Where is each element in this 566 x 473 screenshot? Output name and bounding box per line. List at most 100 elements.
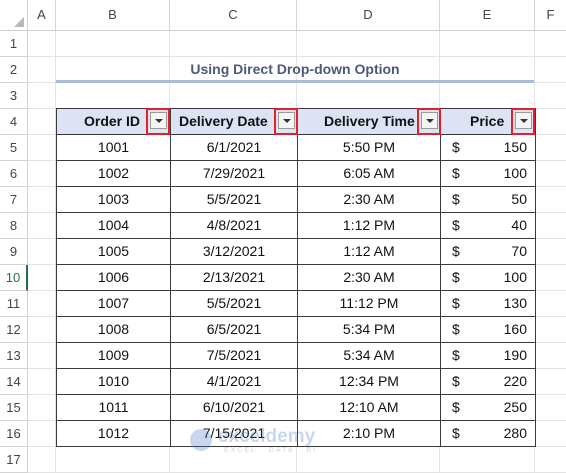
price-amount: 100	[503, 165, 527, 181]
order-id-cell[interactable]: 1010	[57, 369, 171, 395]
price-cell[interactable]: $100	[441, 161, 536, 187]
column-header-d[interactable]: D	[297, 0, 440, 31]
column-header-f[interactable]: F	[535, 0, 566, 31]
table-row: 1009 7/5/2021 5:34 AM $190	[57, 343, 536, 369]
price-amount: 280	[503, 425, 527, 441]
delivery-time-cell[interactable]: 5:50 PM	[298, 135, 441, 161]
order-id-cell[interactable]: 1006	[57, 265, 171, 291]
filter-dropdown-delivery-time[interactable]	[421, 112, 438, 129]
delivery-time-cell[interactable]: 11:12 PM	[298, 291, 441, 317]
price-amount: 250	[503, 399, 527, 415]
select-all-corner[interactable]	[0, 0, 28, 31]
delivery-date-cell[interactable]: 4/1/2021	[171, 369, 298, 395]
delivery-time-cell[interactable]: 5:34 AM	[298, 343, 441, 369]
delivery-date-cell[interactable]: 7/29/2021	[171, 161, 298, 187]
currency-symbol: $	[452, 243, 460, 259]
filter-dropdown-icon	[155, 119, 163, 123]
delivery-date-cell[interactable]: 6/10/2021	[171, 395, 298, 421]
price-cell[interactable]: $100	[441, 265, 536, 291]
filter-dropdown-delivery-date[interactable]	[278, 112, 295, 129]
price-cell[interactable]: $280	[441, 421, 536, 447]
delivery-date-cell[interactable]: 5/5/2021	[171, 291, 298, 317]
row-header-15[interactable]: 15	[0, 395, 28, 421]
delivery-time-cell[interactable]: 1:12 AM	[298, 239, 441, 265]
currency-symbol: $	[452, 191, 460, 207]
table-header-row: Order ID Delivery Date Delivery Time Pri…	[57, 108, 536, 135]
delivery-time-cell[interactable]: 12:10 AM	[298, 395, 441, 421]
delivery-date-cell[interactable]: 4/8/2021	[171, 213, 298, 239]
row-header-16[interactable]: 16	[0, 421, 28, 447]
table-row: 1004 4/8/2021 1:12 PM $40	[57, 213, 536, 239]
delivery-time-cell[interactable]: 1:12 PM	[298, 213, 441, 239]
row-header-8[interactable]: 8	[0, 213, 28, 239]
filter-dropdown-icon	[283, 119, 291, 123]
delivery-date-cell[interactable]: 6/5/2021	[171, 317, 298, 343]
delivery-time-cell[interactable]: 2:30 AM	[298, 265, 441, 291]
header-label: Delivery Time	[324, 113, 415, 129]
currency-symbol: $	[452, 425, 460, 441]
delivery-date-cell[interactable]: 2/13/2021	[171, 265, 298, 291]
row-header-10[interactable]: 10	[0, 265, 28, 291]
price-cell[interactable]: $70	[441, 239, 536, 265]
delivery-date-cell[interactable]: 7/15/2021	[171, 421, 298, 447]
row-header-4[interactable]: 4	[0, 109, 28, 135]
delivery-date-cell[interactable]: 7/5/2021	[171, 343, 298, 369]
delivery-time-cell[interactable]: 6:05 AM	[298, 161, 441, 187]
sheet-title: Using Direct Drop-down Option	[190, 61, 400, 77]
order-id-cell[interactable]: 1002	[57, 161, 171, 187]
delivery-time-cell[interactable]: 5:34 PM	[298, 317, 441, 343]
header-delivery-time: Delivery Time	[298, 108, 441, 135]
order-id-cell[interactable]: 1009	[57, 343, 171, 369]
price-amount: 190	[503, 347, 527, 363]
order-id-cell[interactable]: 1008	[57, 317, 171, 343]
row-header-12[interactable]: 12	[0, 317, 28, 343]
row-header-14[interactable]: 14	[0, 369, 28, 395]
delivery-date-cell[interactable]: 5/5/2021	[171, 187, 298, 213]
currency-symbol: $	[452, 269, 460, 285]
column-header-a[interactable]: A	[28, 0, 56, 31]
price-amount: 50	[511, 191, 527, 207]
order-id-cell[interactable]: 1001	[57, 135, 171, 161]
currency-symbol: $	[452, 373, 460, 389]
row-header-9[interactable]: 9	[0, 239, 28, 265]
table-row: 1008 6/5/2021 5:34 PM $160	[57, 317, 536, 343]
row-header-7[interactable]: 7	[0, 187, 28, 213]
column-header-b[interactable]: B	[56, 0, 170, 31]
price-cell[interactable]: $220	[441, 369, 536, 395]
price-cell[interactable]: $50	[441, 187, 536, 213]
column-header-c[interactable]: C	[170, 0, 297, 31]
row-header-3[interactable]: 3	[0, 83, 28, 109]
row-header-5[interactable]: 5	[0, 135, 28, 161]
filter-dropdown-icon	[520, 119, 528, 123]
delivery-time-cell[interactable]: 2:30 AM	[298, 187, 441, 213]
price-amount: 160	[503, 321, 527, 337]
row-header-2[interactable]: 2	[0, 57, 28, 83]
price-cell[interactable]: $250	[441, 395, 536, 421]
price-cell[interactable]: $40	[441, 213, 536, 239]
delivery-date-cell[interactable]: 6/1/2021	[171, 135, 298, 161]
column-header-e[interactable]: E	[440, 0, 535, 31]
price-amount: 130	[503, 295, 527, 311]
price-cell[interactable]: $130	[441, 291, 536, 317]
price-cell[interactable]: $190	[441, 343, 536, 369]
order-id-cell[interactable]: 1005	[57, 239, 171, 265]
order-id-cell[interactable]: 1004	[57, 213, 171, 239]
table-row: 1002 7/29/2021 6:05 AM $100	[57, 161, 536, 187]
row-header-6[interactable]: 6	[0, 161, 28, 187]
currency-symbol: $	[452, 295, 460, 311]
order-id-cell[interactable]: 1011	[57, 395, 171, 421]
delivery-time-cell[interactable]: 12:34 PM	[298, 369, 441, 395]
row-header-17[interactable]: 17	[0, 447, 28, 473]
delivery-time-cell[interactable]: 2:10 PM	[298, 421, 441, 447]
row-header-13[interactable]: 13	[0, 343, 28, 369]
row-header-11[interactable]: 11	[0, 291, 28, 317]
order-id-cell[interactable]: 1007	[57, 291, 171, 317]
price-cell[interactable]: $150	[441, 135, 536, 161]
filter-dropdown-price[interactable]	[515, 112, 532, 129]
order-id-cell[interactable]: 1003	[57, 187, 171, 213]
row-header-1[interactable]: 1	[0, 31, 28, 57]
price-cell[interactable]: $160	[441, 317, 536, 343]
order-id-cell[interactable]: 1012	[57, 421, 171, 447]
delivery-date-cell[interactable]: 3/12/2021	[171, 239, 298, 265]
filter-dropdown-order-id[interactable]	[150, 112, 167, 129]
